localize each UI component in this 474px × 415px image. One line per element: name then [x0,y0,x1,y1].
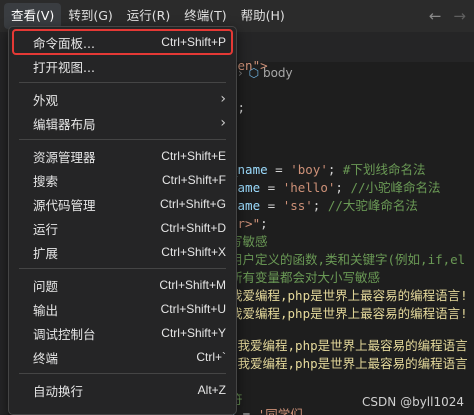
menu-item-problems[interactable]: 问题 Ctrl+Shift+M [13,273,232,297]
code-line[interactable]: 我爱编程,php是世界上最容易的编程语言! [230,304,468,323]
code-line[interactable]: Name = 'hello'; //小驼峰命名法 [230,178,441,197]
menu-item-label: 打开视图... [33,59,95,75]
menu-item-word-wrap[interactable]: 自动换行 Alt+Z [13,378,232,402]
menu-item-label: 自动换行 [33,383,84,399]
keyboard-shortcut: Ctrl+Shift+F [161,173,226,187]
menu-item-editor-layout[interactable]: 编辑器布局 › [13,111,232,135]
menu-item-label: 调试控制台 [33,326,96,342]
navigation-arrows: ← → [429,0,466,32]
keyboard-shortcut: Ctrl+Shift+G [159,197,226,211]
menu-item-label: 命令面板... [33,35,95,51]
code-line[interactable]: Name = 'ss'; //大驼峰命名法 [230,196,418,215]
keyboard-shortcut: Ctrl+Shift+P [161,35,226,49]
view-menu-dropdown: 命令面板... Ctrl+Shift+P 打开视图... 外观 › 编辑器布局 › 资源管理器… [8,26,237,415]
keyboard-shortcut: Ctrl+Shift+Y [161,326,226,340]
forward-arrow-icon[interactable]: → [453,7,466,25]
code-token: 'hello' [282,180,336,195]
code-token: #下划线命名法 [342,162,426,177]
menu-item-terminal[interactable]: 终端 Ctrl+` [13,345,232,369]
menu-item-command-palette[interactable]: 命令面板... Ctrl+Shift+P [12,29,233,55]
code-token: '同学们 [257,407,303,415]
menu-item-explorer[interactable]: 资源管理器 Ctrl+Shift+E [13,144,232,168]
code-token: = [260,198,283,213]
code-token: ; [335,180,351,195]
code-token: '我爱编程,php是世界上最容易的编程语言 [230,356,468,371]
menu-item-label: 搜索 [33,173,59,189]
code-token: = [260,180,283,195]
code-token: 'boy' [290,162,328,177]
code-token: ; [312,198,328,213]
menu-item-debug-console[interactable]: 调试控制台 Ctrl+Shift+Y [13,321,232,345]
keyboard-shortcut: Alt+Z [197,383,226,397]
menu-item-label: 编辑器布局 [33,116,96,132]
code-token: 所有变量都会对大小写敏感 [230,270,381,285]
menu-item-run[interactable]: 运行 Ctrl+Shift+D [13,216,232,240]
code-token: '我爱编程,php是世界上最容易的编程语言 [230,338,468,353]
keyboard-shortcut: Ctrl+Shift+M [159,278,226,292]
menu-item-label: 输出 [33,302,59,318]
code-token: = [235,407,258,415]
code-token: 'ss' [282,198,313,213]
code-line[interactable]: 用户定义的函数,类和关键字(例如,if,el [230,250,465,269]
menu-item-extensions[interactable]: 扩展 Ctrl+Shift+X [13,240,232,264]
chevron-right-icon: › [220,91,226,107]
menu-item-appearance[interactable]: 外观 › [13,87,232,111]
code-token: 我爱编程,php是世界上最容易的编程语言! [230,288,468,303]
menu-item-label: 扩展 [33,245,59,261]
code-token: //小驼峰命名法 [350,180,441,195]
back-arrow-icon[interactable]: ← [429,7,442,25]
menu-item-label: 运行 [33,221,59,237]
menu-item-open-view[interactable]: 打开视图... [13,54,232,78]
code-token: ; [260,216,268,231]
menu-item-label: 外观 [33,92,59,108]
sidebar-strip [0,32,8,415]
code-token: 我爱编程,php是世界上最容易的编程语言! [230,306,468,321]
keyboard-shortcut: Ctrl+Shift+D [160,221,226,235]
menu-separator [19,139,226,140]
code-line[interactable]: 所有变量都会对大小写敏感 [230,268,380,287]
menubar-item-4[interactable]: 帮助(H) [234,3,292,29]
keyboard-shortcut: Ctrl+` [196,350,226,364]
code-line[interactable]: '我爱编程,php是世界上最容易的编程语言 [230,354,468,373]
code-line[interactable]: 我爱编程,php是世界上最容易的编程语言! [230,286,468,305]
code-token: ; [327,162,343,177]
menu-item-label: 问题 [33,278,59,294]
menu-item-label: 源代码管理 [33,197,96,213]
menu-separator [19,268,226,269]
menu-item-source-control[interactable]: 源代码管理 Ctrl+Shift+G [13,192,232,216]
code-line[interactable]: _name = 'boy'; #下划线命名法 [230,160,425,179]
menu-item-label: 资源管理器 [33,149,96,165]
chevron-right-icon: › [220,115,226,131]
menu-item-search[interactable]: 搜索 Ctrl+Shift+F [13,168,232,192]
keyboard-shortcut: Ctrl+Shift+X [161,245,226,259]
keyboard-shortcut: Ctrl+Shift+E [161,149,226,163]
menu-separator [19,82,226,83]
code-line[interactable]: '我爱编程,php是世界上最容易的编程语言 [230,336,468,355]
menu-item-output[interactable]: 输出 Ctrl+Shift+U [13,297,232,321]
code-token: = [267,162,291,177]
watermark: CSDN @byll1024 [362,395,464,409]
menu-separator [19,373,226,374]
keyboard-shortcut: Ctrl+Shift+U [160,302,226,316]
menu-item-label: 终端 [33,350,59,366]
code-token: //大驼峰命名法 [327,198,418,213]
code-token: 用户定义的函数,类和关键字(例如,if,el [230,252,466,267]
